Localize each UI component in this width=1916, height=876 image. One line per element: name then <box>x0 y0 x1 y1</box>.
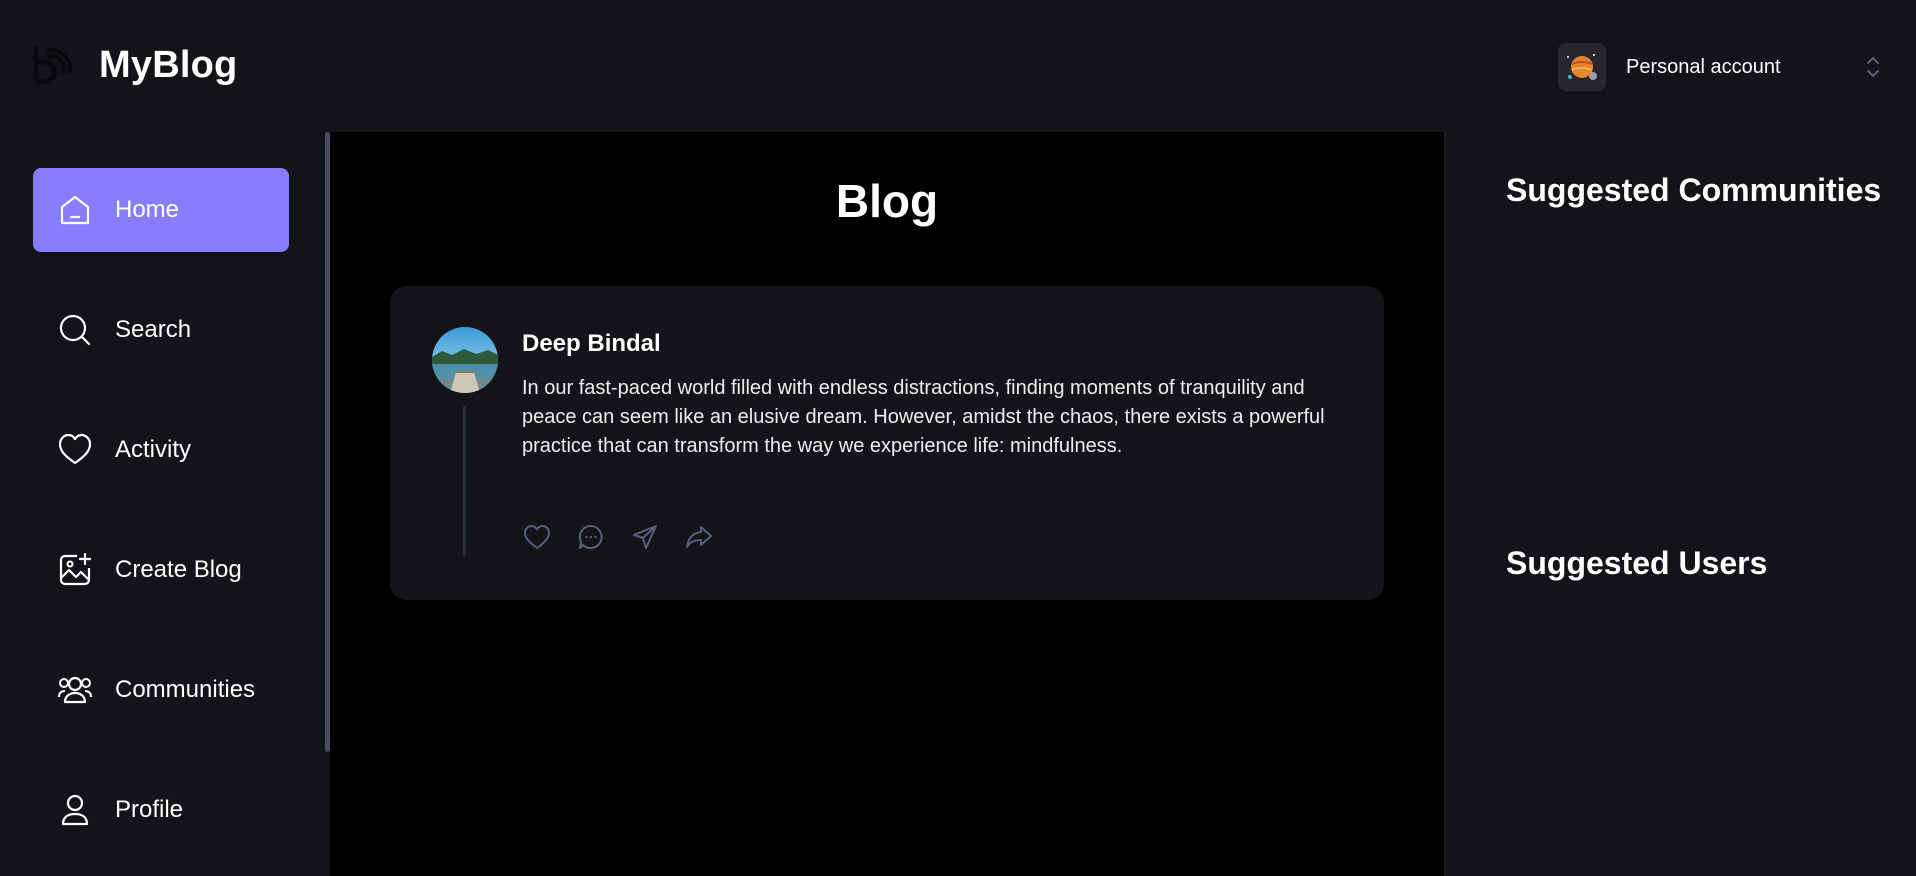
thread-line <box>463 406 466 556</box>
heart-icon <box>55 430 95 470</box>
share-icon[interactable] <box>684 522 714 552</box>
chevron-up-down-icon[interactable] <box>1864 52 1882 82</box>
sidebar-item-home[interactable]: Home <box>33 168 289 252</box>
suggested-users-title: Suggested Users <box>1506 545 1768 581</box>
post-actions <box>522 522 738 552</box>
sidebar-item-label: Communities <box>115 676 256 703</box>
app-name[interactable]: MyBlog <box>99 44 237 87</box>
top-bar: MyBlog Personal account <box>0 0 1916 132</box>
sidebar-item-label: Profile <box>115 796 184 823</box>
image-plus-icon <box>55 550 95 590</box>
account-switcher[interactable]: Personal account <box>1558 42 1888 92</box>
send-icon[interactable] <box>630 522 660 552</box>
sidebar-item-label: Create Blog <box>115 556 242 583</box>
post-author[interactable]: Deep Bindal <box>522 330 661 358</box>
sidebar-item-label: Activity <box>115 436 192 463</box>
main-feed: Blog Deep Bindal In our fast-paced world… <box>330 132 1444 876</box>
users-icon <box>55 670 95 710</box>
account-avatar <box>1558 43 1606 91</box>
sidebar-item-create-blog[interactable]: Create Blog <box>33 528 289 612</box>
account-label: Personal account <box>1626 55 1781 78</box>
like-heart-icon[interactable] <box>522 522 552 552</box>
sidebar-item-label: Home <box>115 196 180 223</box>
suggested-communities-title: Suggested Communities <box>1506 172 1882 208</box>
sidebar-item-search[interactable]: Search <box>33 288 289 372</box>
right-sidebar: Suggested Communities Suggested Users <box>1444 132 1916 876</box>
sidebar-item-label: Search <box>115 316 192 343</box>
sidebar-item-communities[interactable]: Communities <box>33 648 289 732</box>
sidebar-item-profile[interactable]: Profile <box>33 768 289 852</box>
user-icon <box>55 790 95 830</box>
post-content: In our fast-paced world filled with endl… <box>522 377 1325 457</box>
comment-icon[interactable] <box>576 522 606 552</box>
logo-icon[interactable] <box>30 42 76 88</box>
search-icon <box>55 310 95 350</box>
blog-post-card[interactable]: Deep Bindal In our fast-paced world fill… <box>390 286 1384 600</box>
author-avatar[interactable] <box>432 327 498 393</box>
planet-icon <box>1567 54 1597 80</box>
sidebar-item-activity[interactable]: Activity <box>33 408 289 492</box>
home-icon <box>55 190 95 230</box>
page-title: Blog <box>835 175 939 227</box>
